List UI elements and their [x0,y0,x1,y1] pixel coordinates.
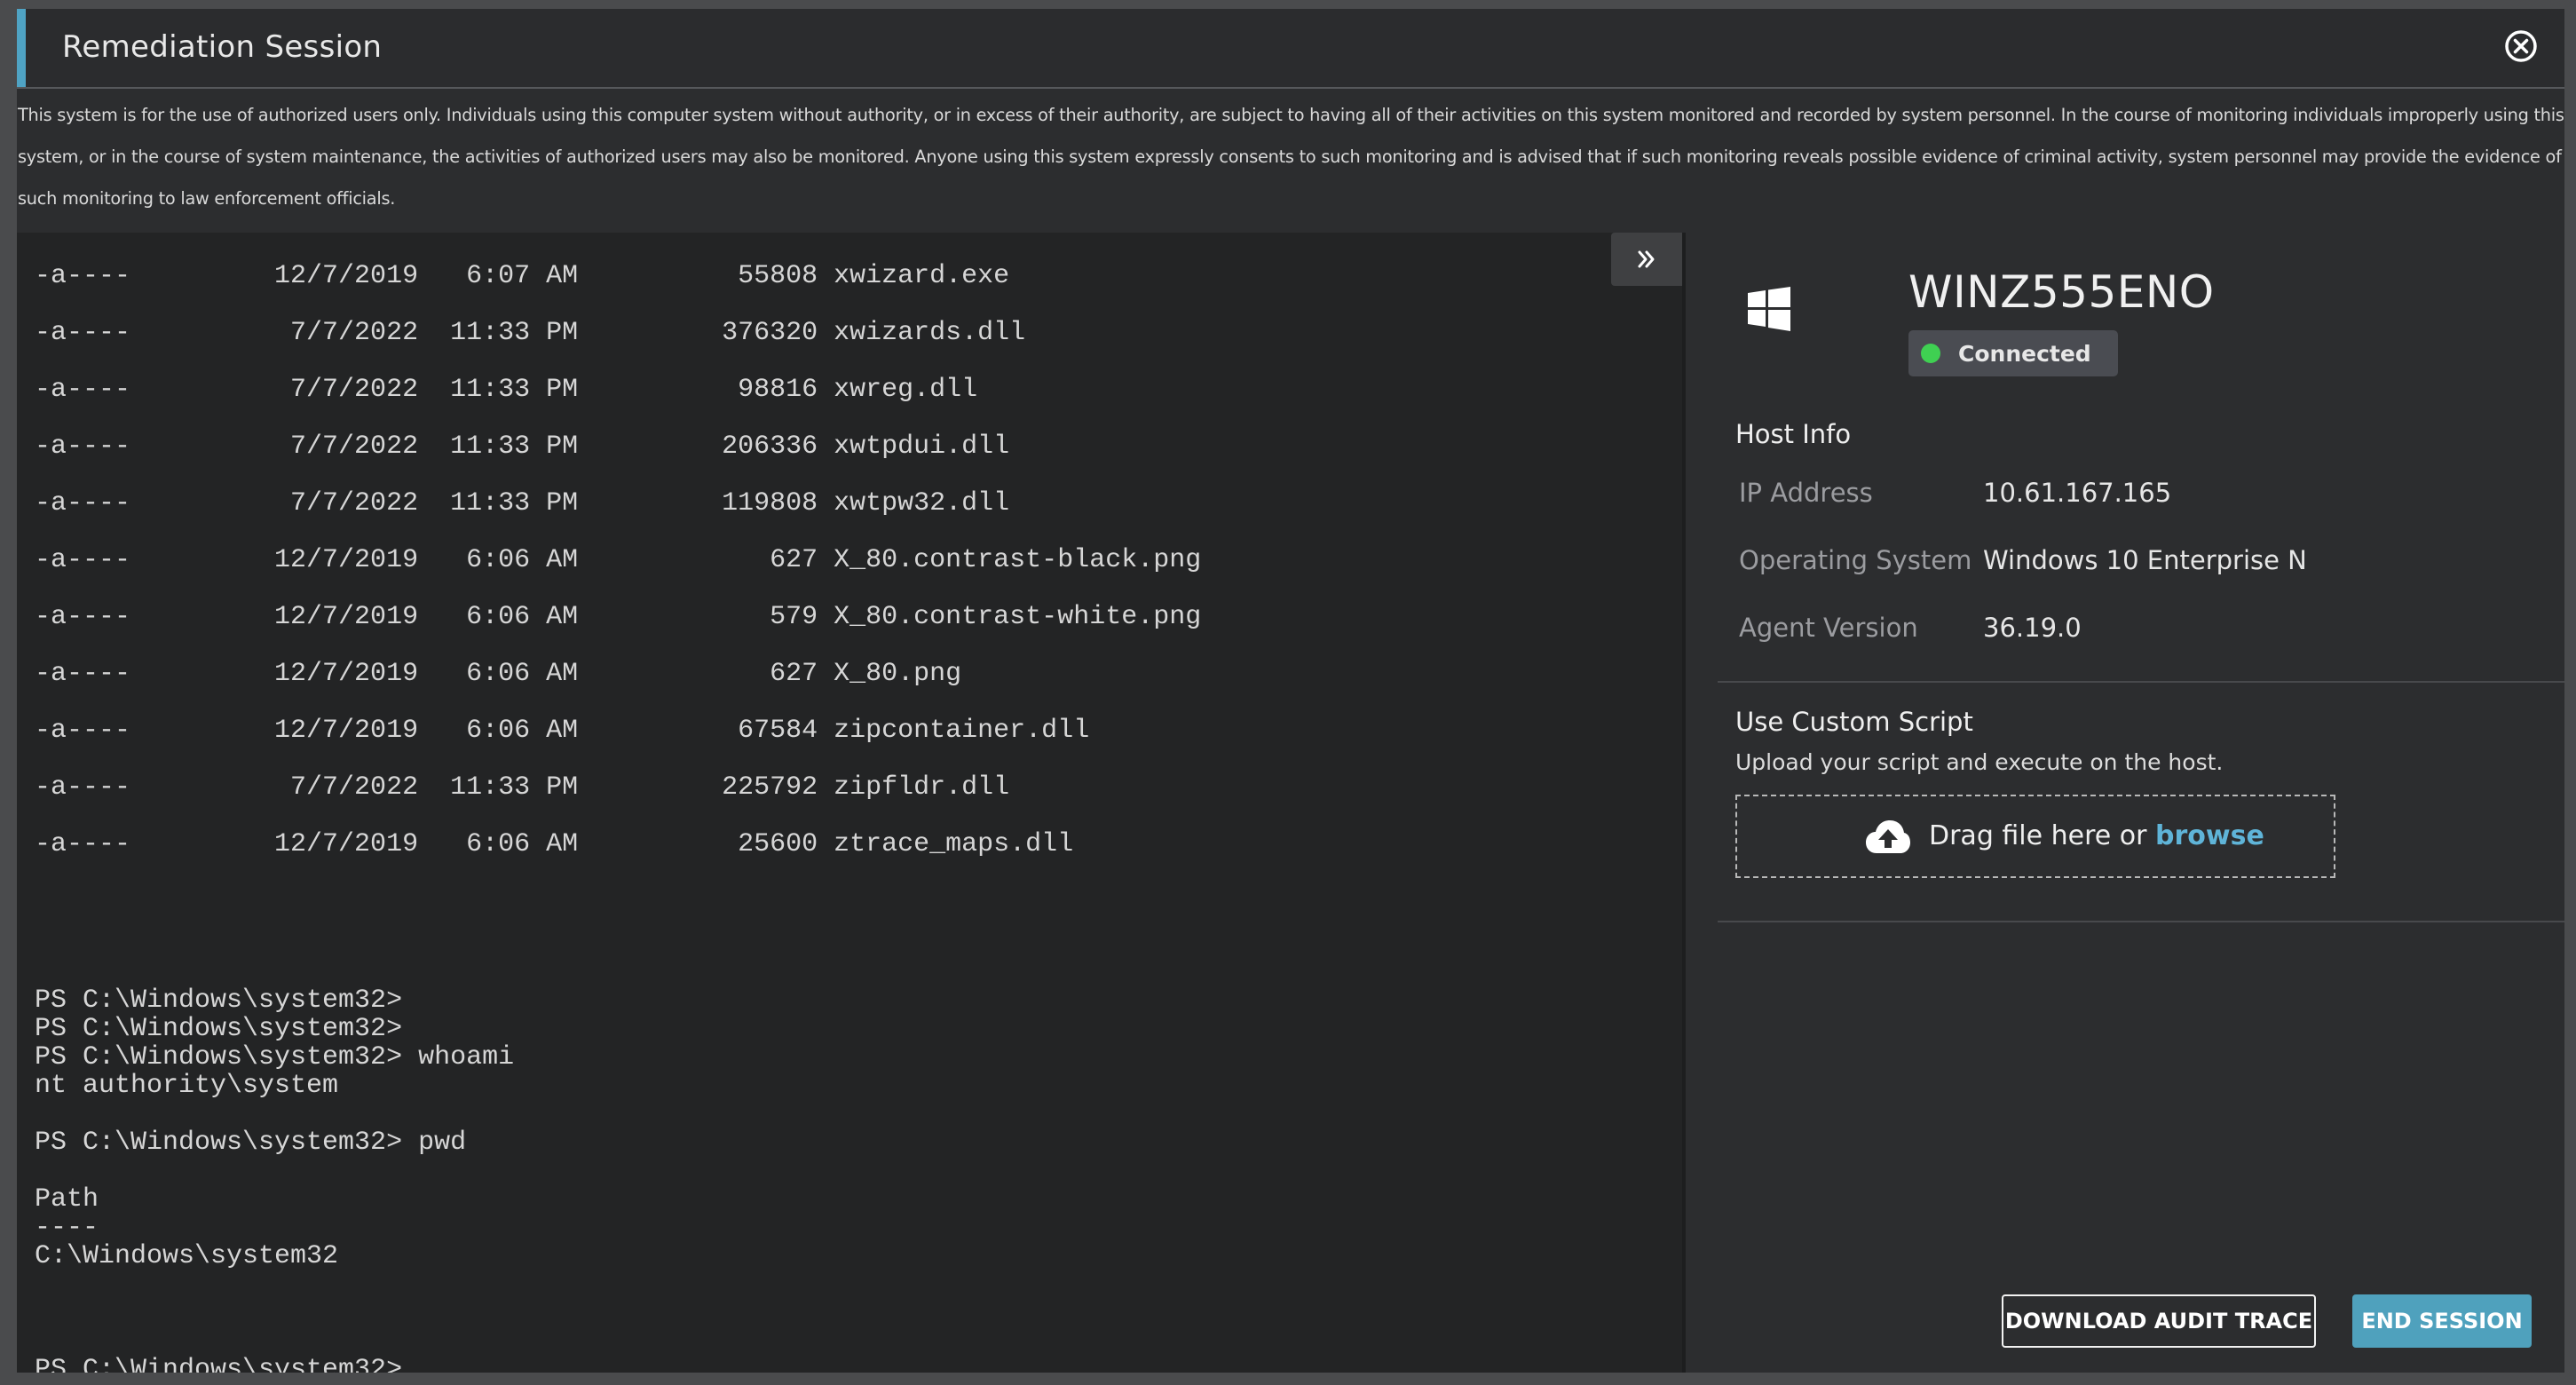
download-audit-trace-button[interactable]: DOWNLOAD AUDIT TRACE [2002,1294,2316,1348]
terminal-console-line: ---- [35,1213,99,1243]
double-chevron-right-icon [1638,250,1655,268]
section-divider [1718,921,2564,922]
section-divider [1718,681,2564,683]
header-accent-bar [17,9,26,87]
agent-version-value: 36.19.0 [1983,613,2082,643]
terminal-console-line [35,873,1201,901]
browse-link[interactable]: browse [2155,820,2264,851]
collapse-panel-button[interactable] [1611,233,1682,286]
terminal-console-line: PS C:\Windows\system32> _ [35,1355,435,1373]
dropzone-prompt: Drag file here or [1929,820,2155,851]
file-dropzone[interactable]: Drag file here or browse [1735,795,2335,878]
terminal-console-line: nt authority\system [35,1071,339,1101]
host-name: WINZ555ENO [1908,266,2215,318]
operating-system-label: Operating System [1739,545,1972,575]
console-history: PS C:\Windows\system32> PS C:\Windows\sys… [35,873,1201,1373]
directory-listing: -a---- 12/7/2019 6:07 AM 55808 xwizard.e… [35,248,1201,873]
terminal-listing-line: -a---- 12/7/2019 6:06 AM 67584 zipcontai… [35,716,1090,746]
terminal-listing-line: -a---- 12/7/2019 6:06 AM 627 X_80.png [35,659,962,689]
terminal-console-line [35,1327,1201,1356]
cloud-upload-icon [1865,818,1911,857]
custom-script-heading: Use Custom Script [1735,707,1973,737]
operating-system-value: Windows 10 Enterprise N [1983,545,2307,575]
end-session-button[interactable]: END SESSION [2352,1294,2532,1348]
connection-status-badge: Connected [1908,330,2118,376]
host-info-heading: Host Info [1735,419,1852,449]
ip-address-label: IP Address [1739,478,1873,508]
remediation-session-modal: Remediation Session This system is for t… [17,9,2564,1373]
close-icon[interactable] [2504,29,2538,63]
terminal-listing-line: -a---- 7/7/2022 11:33 PM 206336 xwtpdui.… [35,431,1010,462]
status-label: Connected [1958,341,2091,367]
terminal-listing-line: -a---- 12/7/2019 6:07 AM 55808 xwizard.e… [35,261,1010,291]
terminal-console-line: PS C:\Windows\system32> [35,1014,403,1044]
terminal-listing-line: -a---- 7/7/2022 11:33 PM 98816 xwreg.dll [35,375,978,405]
terminal-console-line [35,1270,1201,1299]
terminal-listing-line: -a---- 12/7/2019 6:06 AM 579 X_80.contra… [35,602,1202,632]
authorized-use-banner: This system is for the use of authorized… [18,105,2564,209]
terminal-console-line [35,958,1201,986]
agent-version-label: Agent Version [1739,613,1918,643]
terminal-console-line: PS C:\Windows\system32> pwd [35,1128,467,1158]
custom-script-description: Upload your script and execute on the ho… [1735,749,2224,775]
modal-header: Remediation Session [17,9,2564,89]
terminal-console-line [35,1299,1201,1327]
terminal-console-line: PS C:\Windows\system32> whoami [35,1042,515,1072]
modal-title: Remediation Session [62,29,383,65]
dropzone-text: Drag file here or browse [1929,820,2264,851]
terminal-listing-line: -a---- 7/7/2022 11:33 PM 225792 zipfldr.… [35,772,1010,803]
terminal-console-line: Path [35,1184,99,1215]
windows-logo-icon [1746,286,1792,332]
terminal-console-line [35,1157,1201,1185]
terminal-listing-line: -a---- 12/7/2019 6:06 AM 25600 ztrace_ma… [35,829,1074,859]
terminal-console-line: C:\Windows\system32 [35,1241,339,1271]
terminal-listing-line: -a---- 7/7/2022 11:33 PM 376320 xwizards… [35,318,1026,348]
terminal-console-line: PS C:\Windows\system32> [35,985,403,1016]
ip-address-value: 10.61.167.165 [1983,478,2172,508]
terminal-listing-line: -a---- 7/7/2022 11:33 PM 119808 xwtpw32.… [35,488,1010,518]
host-side-panel: WINZ555ENO Connected Host Info IP Addres… [1682,233,2564,1373]
terminal-output: -a---- 12/7/2019 6:07 AM 55808 xwizard.e… [35,248,1201,1373]
terminal-console-line [35,1100,1201,1128]
terminal-console-line [35,901,1201,930]
status-dot-icon [1921,344,1940,363]
terminal-console[interactable]: -a---- 12/7/2019 6:07 AM 55808 xwizard.e… [17,233,1682,1373]
terminal-listing-line: -a---- 12/7/2019 6:06 AM 627 X_80.contra… [35,545,1202,575]
terminal-console-line [35,930,1201,958]
